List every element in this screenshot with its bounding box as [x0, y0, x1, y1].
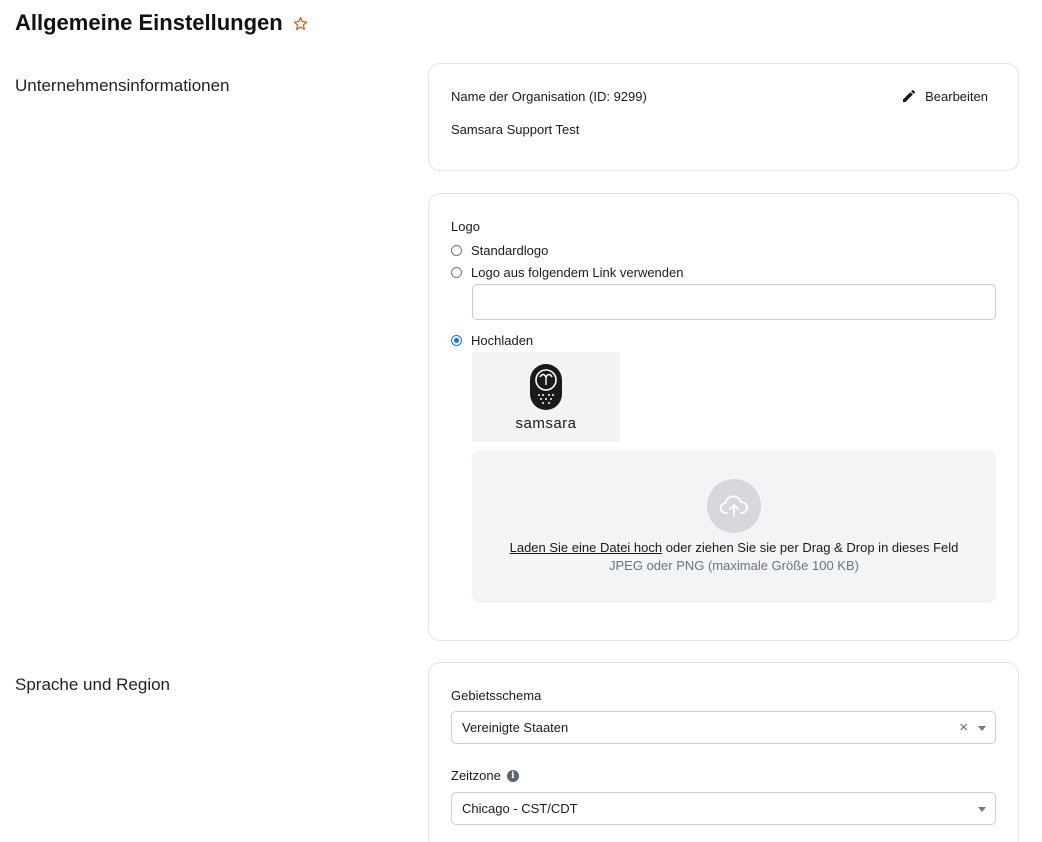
dropzone-instructions: Laden Sie eine Datei hoch oder ziehen Si… [472, 540, 996, 555]
radio-label: Hochladen [471, 333, 534, 348]
locale-select-value: Vereinigte Staaten [462, 720, 569, 735]
locale-select[interactable]: Vereinigte Staaten × [451, 711, 996, 744]
clear-icon[interactable]: × [959, 720, 968, 735]
radio-label: Logo aus folgendem Link verwenden [471, 265, 684, 280]
section-label-language: Sprache und Region [15, 675, 171, 694]
timezone-select[interactable]: Chicago - CST/CDT [451, 792, 996, 825]
dropzone-instructions-text: oder ziehen Sie sie per Drag & Drop in d… [662, 540, 959, 555]
radio-button[interactable] [451, 267, 462, 278]
region-card: Gebietsschema Vereinigte Staaten × Zeitz… [428, 662, 1019, 842]
radio-option-link-logo[interactable]: Logo aus folgendem Link verwenden [451, 265, 683, 280]
timezone-select-value: Chicago - CST/CDT [462, 801, 578, 816]
logo-wordmark: samsara [515, 414, 577, 432]
radio-button-checked[interactable] [451, 335, 462, 346]
file-dropzone[interactable]: Laden Sie eine Datei hoch oder ziehen Si… [472, 450, 996, 603]
logo-preview: samsara [472, 352, 620, 442]
radio-option-upload[interactable]: Hochladen [451, 333, 533, 348]
timezone-label-row: Zeitzone i [451, 768, 519, 783]
locale-label: Gebietsschema [451, 688, 542, 703]
info-icon[interactable]: i [506, 769, 519, 782]
radio-option-default-logo[interactable]: Standardlogo [451, 243, 548, 258]
edit-button-label: Bearbeiten [925, 88, 988, 104]
pencil-icon [903, 89, 916, 102]
owl-logo-icon [530, 363, 562, 410]
organization-card: Name der Organisation (ID: 9299) Samsara… [428, 63, 1019, 171]
logo-link-input[interactable] [472, 284, 996, 320]
radio-button[interactable] [451, 245, 462, 256]
timezone-label: Zeitzone [451, 768, 501, 783]
star-outline-icon[interactable] [293, 16, 308, 31]
radio-label: Standardlogo [471, 243, 549, 258]
chevron-down-icon[interactable] [978, 726, 986, 731]
page-title-text: Allgemeine Einstellungen [15, 10, 283, 35]
logo-heading: Logo [451, 219, 480, 234]
edit-button[interactable]: Bearbeiten [901, 88, 988, 104]
section-label-company: Unternehmensinformationen [15, 76, 230, 95]
dropzone-hint: JPEG oder PNG (maximale Größe 100 KB) [609, 558, 859, 573]
organization-name-value: Samsara Support Test [451, 122, 580, 137]
cloud-upload-icon [707, 479, 761, 533]
upload-file-link[interactable]: Laden Sie eine Datei hoch [510, 540, 663, 555]
chevron-down-icon[interactable] [978, 807, 986, 812]
organization-name-label: Name der Organisation (ID: 9299) [451, 89, 647, 104]
logo-card: Logo Standardlogo Logo aus folgendem Lin… [428, 193, 1019, 641]
page-title: Allgemeine Einstellungen [15, 10, 308, 36]
